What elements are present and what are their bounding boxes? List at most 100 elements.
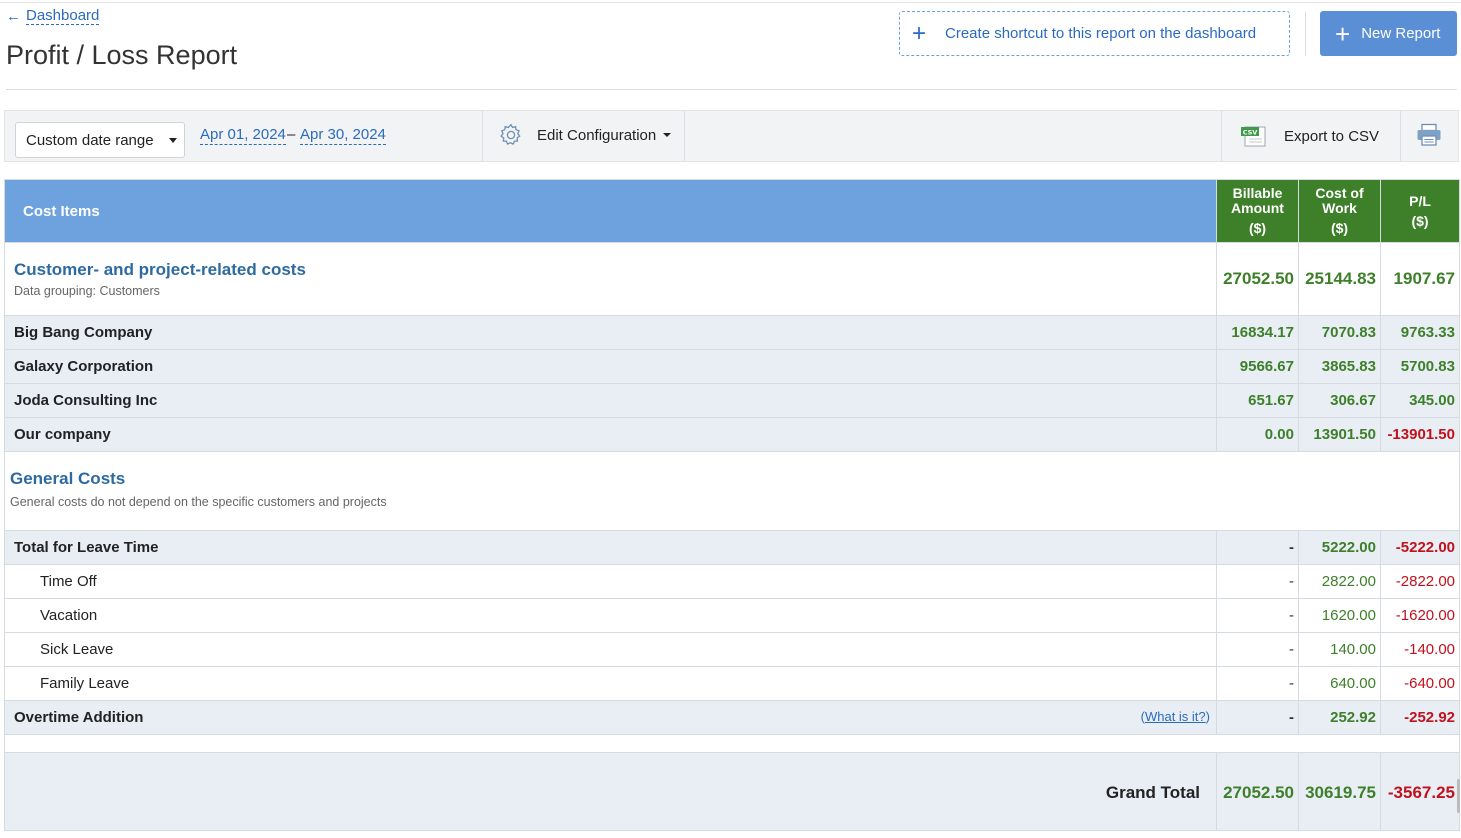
date-to-picker[interactable]: Apr 30, 2024 (300, 126, 386, 145)
row-cost: 2822.00 (1298, 564, 1381, 599)
overtime-row[interactable]: Overtime Addition (What is it?) - 252.92… (4, 700, 1460, 735)
row-billable: 9566.67 (1216, 349, 1299, 384)
overtime-cell: Overtime Addition (What is it?) (4, 700, 1217, 735)
new-report-button[interactable]: + New Report (1320, 11, 1457, 56)
leave-total-row[interactable]: Total for Leave Time - 5222.00 -5222.00 (4, 530, 1460, 565)
date-from-picker[interactable]: Apr 01, 2024 (200, 126, 286, 145)
row-cost: 1620.00 (1298, 598, 1381, 633)
header-pl: P/L ($) (1380, 179, 1460, 243)
grand-total-billable: 27052.50 (1216, 752, 1299, 831)
header-billable-unit: ($) (1248, 220, 1267, 236)
toolbar-divider (1400, 111, 1401, 161)
header-billable-line1: Billable (1232, 185, 1283, 201)
row-billable: - (1216, 632, 1299, 667)
general-costs-title: General Costs (10, 469, 126, 488)
toolbar-divider (482, 111, 483, 161)
create-shortcut-button[interactable]: + Create shortcut to this report on the … (899, 11, 1290, 56)
customer-group-title[interactable]: Customer- and project-related costs (14, 260, 1216, 280)
customer-group-row: Customer- and project-related costs Data… (4, 242, 1460, 316)
row-name: Galaxy Corporation (4, 349, 1217, 384)
spacer-cell (4, 734, 1460, 753)
edit-configuration-button[interactable]: Edit Configuration (499, 123, 672, 147)
toolbar-divider (684, 111, 685, 161)
row-name: Our company (4, 417, 1217, 452)
row-pl: -5222.00 (1380, 530, 1460, 565)
help-paren-close: ) (1205, 709, 1210, 724)
header-cost-line2: Work (1322, 200, 1357, 216)
table-row[interactable]: Sick Leave - 140.00 -140.00 (4, 632, 1460, 667)
report-toolbar: Custom date range Apr 01, 2024 – Apr 30,… (4, 110, 1459, 162)
table-header-row: Cost Items Billable Amount ($) Cost of W… (4, 179, 1460, 243)
csv-file-icon: CSV (1241, 126, 1266, 147)
header-cost-unit: ($) (1330, 220, 1349, 236)
row-name: Time Off (4, 564, 1217, 599)
gear-icon (500, 123, 521, 145)
row-pl: -13901.50 (1380, 417, 1460, 452)
scrollbar-thumb[interactable] (1457, 779, 1460, 813)
row-billable: 16834.17 (1216, 315, 1299, 350)
header-cost-of-work: Cost of Work ($) (1298, 179, 1381, 243)
grand-total-pl: -3567.25 (1380, 752, 1460, 831)
header-divider (1305, 12, 1306, 56)
table-row[interactable]: Galaxy Corporation 9566.67 3865.83 5700.… (4, 349, 1460, 384)
row-billable: 651.67 (1216, 383, 1299, 418)
export-csv-label: Export to CSV (1284, 127, 1380, 145)
arrow-left-icon: ← (6, 7, 21, 25)
row-billable: - (1216, 530, 1299, 565)
general-costs-cell: General Costs General costs do not depen… (4, 451, 1460, 531)
row-pl: -640.00 (1380, 666, 1460, 701)
grand-total-cost: 30619.75 (1298, 752, 1381, 831)
header-billable-line2: Amount (1231, 200, 1284, 216)
row-name: Big Bang Company (4, 315, 1217, 350)
what-is-it-link[interactable]: What is it? (1145, 709, 1206, 724)
row-cost: 13901.50 (1298, 417, 1381, 452)
spacer-row (4, 734, 1460, 753)
table-row[interactable]: Big Bang Company 16834.17 7070.83 9763.3… (4, 315, 1460, 350)
toolbar-divider (1221, 111, 1222, 161)
general-costs-subtitle: General costs do not depend on the speci… (10, 495, 387, 509)
row-billable: - (1216, 666, 1299, 701)
table-row[interactable]: Family Leave - 640.00 -640.00 (4, 666, 1460, 701)
customer-group-billable: 27052.50 (1216, 242, 1299, 316)
row-cost: 640.00 (1298, 666, 1381, 701)
row-billable: 0.00 (1216, 417, 1299, 452)
row-billable: - (1216, 598, 1299, 633)
row-name: Joda Consulting Inc (4, 383, 1217, 418)
back-link-label: Dashboard (26, 7, 100, 25)
customer-group-subtitle: Data grouping: Customers (14, 284, 160, 298)
profit-loss-table: Cost Items Billable Amount ($) Cost of W… (4, 179, 1460, 831)
table-row[interactable]: Joda Consulting Inc 651.67 306.67 345.00 (4, 383, 1460, 418)
general-costs-group-row: General Costs General costs do not depen… (4, 451, 1460, 531)
row-pl: 9763.33 (1380, 315, 1460, 350)
table-row[interactable]: Vacation - 1620.00 -1620.00 (4, 598, 1460, 633)
row-billable: - (1216, 564, 1299, 599)
export-csv-button[interactable]: CSV Export to CSV (1240, 124, 1379, 148)
printer-icon[interactable] (1416, 123, 1442, 147)
table-row[interactable]: Time Off - 2822.00 -2822.00 (4, 564, 1460, 599)
row-pl: -140.00 (1380, 632, 1460, 667)
header-cost-items: Cost Items (4, 179, 1217, 243)
customer-group-pl: 1907.67 (1380, 242, 1460, 316)
date-range-select[interactable]: Custom date range (15, 122, 185, 158)
row-cost: 252.92 (1298, 700, 1381, 735)
create-shortcut-label: Create shortcut to this report on the da… (945, 25, 1257, 42)
row-pl: -252.92 (1380, 700, 1460, 735)
row-pl: 5700.83 (1380, 349, 1460, 384)
header-separator (6, 89, 1457, 90)
row-name: Family Leave (4, 666, 1217, 701)
back-to-dashboard-link[interactable]: ← Dashboard (6, 7, 100, 25)
header-pl-unit: ($) (1411, 212, 1429, 229)
row-pl: -1620.00 (1380, 598, 1460, 633)
new-report-label: New Report (1361, 25, 1441, 42)
header-billable-amount: Billable Amount ($) (1216, 179, 1299, 243)
customer-group-cell: Customer- and project-related costs Data… (4, 242, 1217, 316)
header-cost-line1: Cost of (1315, 185, 1364, 201)
edit-configuration-label: Edit Configuration (537, 126, 657, 144)
date-range-select-value: Custom date range (26, 131, 154, 149)
row-cost: 3865.83 (1298, 349, 1381, 384)
row-cost: 5222.00 (1298, 530, 1381, 565)
table-row[interactable]: Our company 0.00 13901.50 -13901.50 (4, 417, 1460, 452)
row-cost: 7070.83 (1298, 315, 1381, 350)
row-name: Total for Leave Time (4, 530, 1217, 565)
row-name: Overtime Addition (14, 709, 144, 726)
